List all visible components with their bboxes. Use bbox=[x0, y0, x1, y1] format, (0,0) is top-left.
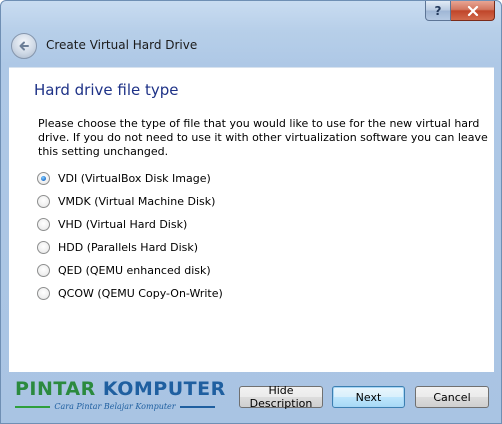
brand-watermark: PINTAR KOMPUTER Cara Pintar Belajar Komp… bbox=[15, 378, 225, 411]
radio-button[interactable] bbox=[37, 218, 50, 231]
option-qed[interactable]: QED (QEMU enhanced disk) bbox=[37, 259, 223, 282]
option-label: VHD (Virtual Hard Disk) bbox=[58, 218, 188, 231]
back-arrow-icon bbox=[19, 41, 29, 51]
help-button[interactable]: ? bbox=[425, 1, 451, 21]
close-button[interactable] bbox=[451, 1, 495, 21]
page-description: Please choose the type of file that you … bbox=[38, 117, 488, 158]
page-heading: Hard drive file type bbox=[34, 81, 179, 99]
cancel-button[interactable]: Cancel bbox=[415, 386, 489, 408]
brand-divider bbox=[15, 405, 51, 408]
brand-tagline: Cara Pintar Belajar Komputer bbox=[54, 402, 176, 411]
option-vhd[interactable]: VHD (Virtual Hard Disk) bbox=[37, 213, 223, 236]
radio-button[interactable] bbox=[37, 195, 50, 208]
option-vmdk[interactable]: VMDK (Virtual Machine Disk) bbox=[37, 190, 223, 213]
brand-word-pintar: PINTAR bbox=[15, 378, 96, 400]
back-button[interactable] bbox=[11, 33, 37, 59]
option-label: VMDK (Virtual Machine Disk) bbox=[58, 195, 216, 208]
option-hdd[interactable]: HDD (Parallels Hard Disk) bbox=[37, 236, 223, 259]
option-label: HDD (Parallels Hard Disk) bbox=[58, 241, 199, 254]
brand-tagline-row: Cara Pintar Belajar Komputer bbox=[15, 402, 215, 411]
radio-button[interactable] bbox=[37, 241, 50, 254]
brand-word-komputer: KOMPUTER bbox=[102, 378, 226, 400]
option-vdi[interactable]: VDI (VirtualBox Disk Image) bbox=[37, 167, 223, 190]
option-label: QED (QEMU enhanced disk) bbox=[58, 264, 211, 277]
dialog-window: ? Create Virtual Hard Drive Hard drive f… bbox=[0, 0, 502, 424]
close-icon bbox=[467, 5, 478, 16]
radio-selected-dot bbox=[41, 176, 46, 181]
option-label: QCOW (QEMU Copy-On-Write) bbox=[58, 287, 223, 300]
wizard-page: Hard drive file type Please choose the t… bbox=[9, 67, 494, 372]
wizard-title: Create Virtual Hard Drive bbox=[46, 38, 198, 52]
radio-button[interactable] bbox=[37, 264, 50, 277]
brand-divider bbox=[179, 405, 215, 408]
radio-button[interactable] bbox=[37, 287, 50, 300]
hide-description-button[interactable]: Hide Description bbox=[239, 384, 323, 410]
file-type-options: VDI (VirtualBox Disk Image) VMDK (Virtua… bbox=[37, 167, 223, 305]
next-button[interactable]: Next bbox=[332, 386, 405, 408]
radio-button[interactable] bbox=[37, 172, 50, 185]
option-label: VDI (VirtualBox Disk Image) bbox=[58, 172, 211, 185]
caption-buttons: ? bbox=[425, 1, 495, 21]
brand-name: PINTAR KOMPUTER bbox=[15, 378, 225, 400]
option-qcow[interactable]: QCOW (QEMU Copy-On-Write) bbox=[37, 282, 223, 305]
